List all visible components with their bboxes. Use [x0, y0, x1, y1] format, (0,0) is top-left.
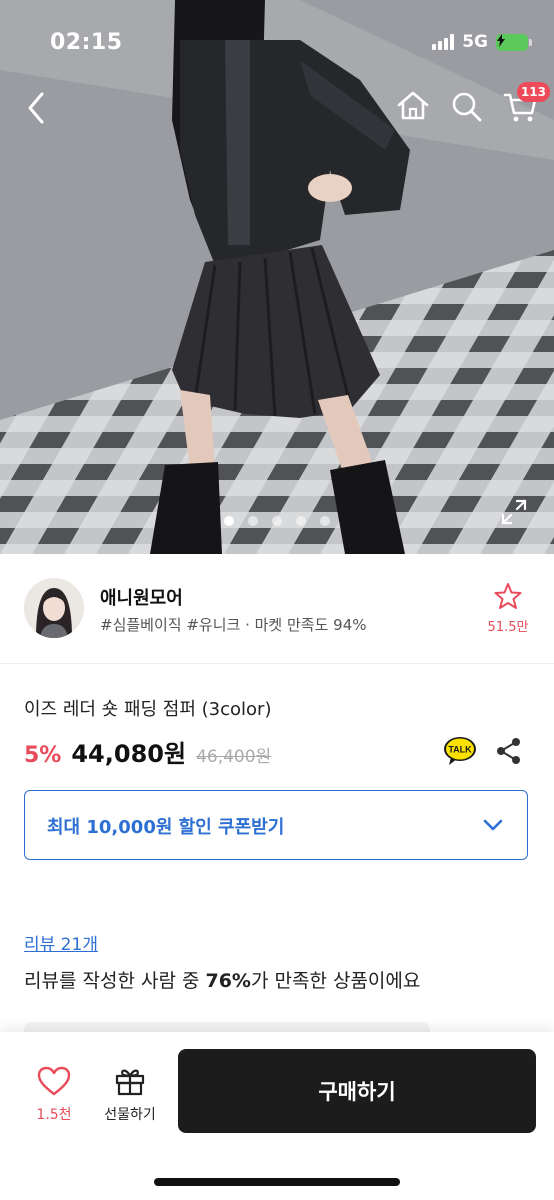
- star-icon: [494, 583, 522, 609]
- review-summary-suffix: 가 만족한 상품이에요: [250, 970, 421, 992]
- cart-count-badge: 113: [516, 82, 550, 102]
- home-indicator: [154, 1178, 400, 1186]
- expand-icon: [501, 499, 527, 525]
- like-count: 1.5천: [36, 1107, 72, 1123]
- kakao-talk-button[interactable]: TALK: [443, 736, 477, 766]
- search-icon: [452, 92, 482, 122]
- gift-icon: [115, 1069, 145, 1096]
- like-button[interactable]: 1.5천: [26, 1066, 82, 1124]
- expand-image-button[interactable]: [498, 496, 530, 528]
- gallery-pagination: [0, 516, 554, 526]
- review-summary: 리뷰를 작성한 사람 중 76%가 만족한 상품이에요: [24, 966, 420, 993]
- product-photo: [0, 0, 554, 554]
- coupon-label: 최대 10,000원 할인 쿠폰받기: [47, 817, 285, 838]
- section-divider: [0, 890, 554, 900]
- network-type: 5G: [462, 32, 488, 52]
- status-bar: 02:15 5G: [0, 0, 554, 60]
- search-button[interactable]: [448, 86, 486, 126]
- gift-button[interactable]: 선물하기: [96, 1066, 164, 1124]
- seller-section[interactable]: 애니원모어 #심플베이직 #유니크 · 마켓 만족도 94% 51.5만: [0, 554, 554, 664]
- bottom-action-bar: 1.5천 선물하기 구매하기: [0, 1032, 554, 1200]
- share-button[interactable]: [494, 736, 524, 766]
- review-count-link[interactable]: 리뷰 21개: [24, 930, 98, 955]
- status-time: 02:15: [50, 30, 123, 55]
- pagination-dot: [224, 516, 234, 526]
- svg-text:TALK: TALK: [448, 745, 472, 755]
- wish-store-button[interactable]: 51.5만: [478, 582, 538, 635]
- pagination-dot: [296, 516, 306, 526]
- back-button[interactable]: [18, 88, 54, 128]
- coupon-download-button[interactable]: 최대 10,000원 할인 쿠폰받기: [24, 790, 528, 860]
- home-icon: [397, 91, 429, 120]
- product-title: 이즈 레더 숏 패딩 점퍼 (3color): [24, 699, 272, 720]
- seller-tags: #심플베이직 #유니크 · 마켓 만족도 94%: [100, 616, 367, 634]
- chevron-down-icon: [483, 819, 503, 831]
- battery-icon: [496, 33, 532, 51]
- original-price: 46,400원: [196, 747, 272, 767]
- share-icon: [497, 738, 520, 764]
- product-image-gallery[interactable]: 02:15 5G 113: [0, 0, 554, 554]
- pagination-dot: [272, 516, 282, 526]
- seller-name[interactable]: 애니원모어: [100, 584, 183, 610]
- gift-label: 선물하기: [104, 1107, 156, 1123]
- cart-button[interactable]: 113: [502, 82, 550, 126]
- pagination-dot: [320, 516, 330, 526]
- sale-price: 44,080원: [71, 740, 187, 768]
- review-summary-prefix: 리뷰를 작성한 사람 중: [24, 970, 206, 992]
- heart-icon: [37, 1066, 71, 1096]
- seller-avatar[interactable]: [24, 578, 84, 638]
- signal-icon: [432, 34, 455, 50]
- home-button[interactable]: [394, 86, 432, 126]
- buy-button[interactable]: 구매하기: [178, 1049, 536, 1133]
- discount-rate: 5%: [24, 743, 62, 768]
- price-row: 5% 44,080원 46,400원: [24, 734, 271, 769]
- satisfaction-rate: 76%: [205, 970, 251, 992]
- chevron-left-icon: [28, 92, 44, 124]
- talk-icon: TALK: [444, 737, 476, 765]
- pagination-dot: [248, 516, 258, 526]
- avatar-image: [24, 578, 84, 638]
- wish-count: 51.5만: [487, 620, 529, 635]
